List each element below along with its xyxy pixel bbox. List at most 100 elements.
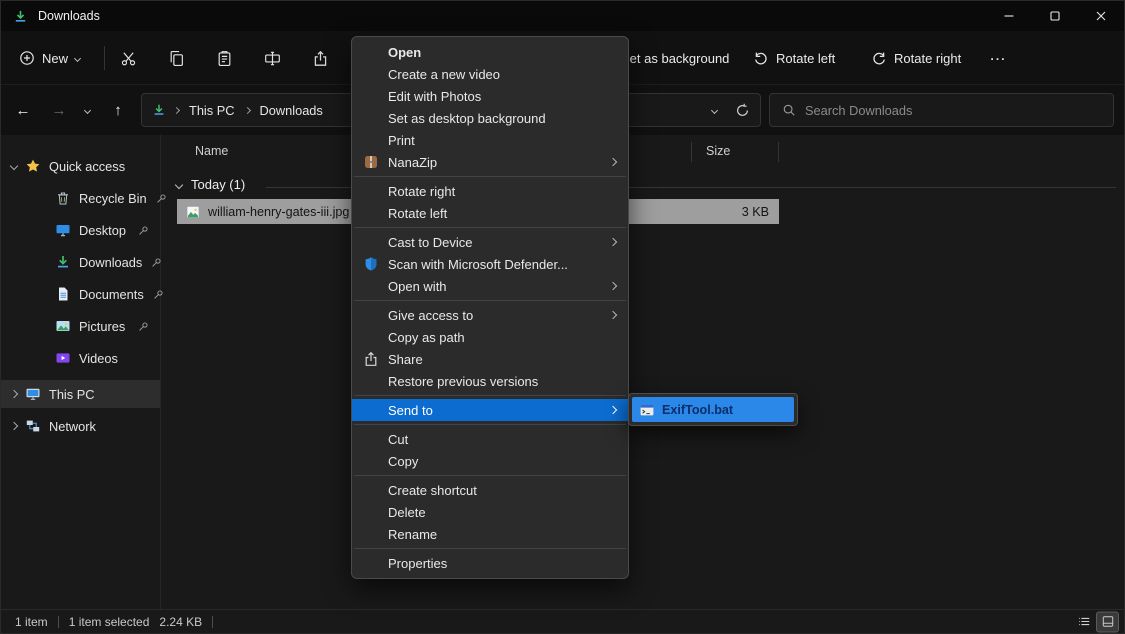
recent-locations-button[interactable] [77, 93, 97, 127]
context-menu-item-send-to[interactable]: Send to [352, 399, 628, 421]
status-selected-text: 1 item selected [69, 615, 150, 629]
menu-item-label: Rename [388, 527, 437, 542]
context-menu-item-rotate-left[interactable]: Rotate left [352, 202, 628, 224]
context-menu-item-set-as-desktop-background[interactable]: Set as desktop background [352, 107, 628, 129]
menu-item-label: Open [388, 45, 421, 60]
status-item-count: 1 item [15, 615, 48, 629]
context-menu-item-give-access-to[interactable]: Give access to [352, 304, 628, 326]
address-dropdown-icon[interactable] [711, 106, 718, 113]
context-menu-item-restore-previous-versions[interactable]: Restore previous versions [352, 370, 628, 392]
new-button[interactable]: New [11, 40, 88, 76]
context-menu-item-open-with[interactable]: Open with [352, 275, 628, 297]
expander-chevron-icon[interactable] [10, 390, 18, 398]
send-to-submenu: ExifTool.bat [628, 393, 798, 426]
star-icon [25, 158, 41, 174]
menu-separator [354, 475, 626, 476]
sidebar-item-quick-access[interactable]: Quick access [1, 152, 160, 180]
sidebar-item-desktop[interactable]: Desktop [1, 216, 160, 244]
group-header-today[interactable]: Today (1) [176, 177, 245, 192]
context-menu-item-cut[interactable]: Cut [352, 428, 628, 450]
refresh-icon[interactable] [735, 103, 750, 118]
context-menu-item-cast-to-device[interactable]: Cast to Device [352, 231, 628, 253]
breadcrumb-downloads[interactable]: Downloads [258, 103, 325, 118]
commandbar-separator [104, 46, 105, 70]
rotate-left-button[interactable]: Rotate left [753, 40, 835, 76]
breadcrumb-this-pc[interactable]: This PC [187, 103, 237, 118]
menu-item-label: Rotate left [388, 206, 447, 221]
search-input[interactable] [805, 103, 1101, 118]
menu-item-label: Set as desktop background [388, 111, 546, 126]
copy-button[interactable] [158, 40, 194, 76]
set-as-background-button[interactable]: Set as background [621, 40, 729, 76]
menu-separator [354, 176, 626, 177]
sidebar-item-network[interactable]: Network [1, 412, 160, 440]
submenu-arrow-icon [609, 406, 617, 414]
context-menu-item-delete[interactable]: Delete [352, 501, 628, 523]
rename-button[interactable] [254, 40, 290, 76]
sidebar-item-documents[interactable]: Documents [1, 280, 160, 308]
context-menu-item-create-a-new-video[interactable]: Create a new video [352, 63, 628, 85]
maximize-button[interactable] [1032, 1, 1078, 31]
context-menu-item-copy[interactable]: Copy [352, 450, 628, 472]
new-button-label: New [42, 51, 68, 66]
view-toggle-buttons [1073, 612, 1118, 631]
cut-button[interactable] [110, 40, 146, 76]
thumbnail-view-button[interactable] [1097, 612, 1118, 631]
menu-item-label: Give access to [388, 308, 473, 323]
rotate-left-icon [753, 50, 769, 66]
context-menu-item-properties[interactable]: Properties [352, 552, 628, 574]
context-menu-item-create-shortcut[interactable]: Create shortcut [352, 479, 628, 501]
recycle-bin-icon [55, 190, 71, 206]
context-menu-item-copy-as-path[interactable]: Copy as path [352, 326, 628, 348]
sidebar-item-videos[interactable]: Videos [1, 344, 160, 372]
sidebar-item-label: Pictures [79, 319, 125, 334]
copy-icon [168, 50, 185, 67]
image-file-icon [185, 204, 201, 220]
group-collapse-chevron-icon[interactable] [175, 180, 183, 188]
sidebar-item-this-pc[interactable]: This PC [1, 380, 160, 408]
context-menu-item-nanazip[interactable]: NanaZip [352, 151, 628, 173]
search-icon [782, 103, 796, 117]
sidebar-item-downloads[interactable]: Downloads [1, 248, 160, 276]
context-menu-item-edit-with-photos[interactable]: Edit with Photos [352, 85, 628, 107]
maximize-icon [1047, 8, 1063, 24]
context-menu-item-open[interactable]: Open [352, 41, 628, 63]
sidebar-item-pictures[interactable]: Pictures [1, 312, 160, 340]
videos-icon [55, 350, 71, 366]
context-menu-item-rename[interactable]: Rename [352, 523, 628, 545]
back-button[interactable]: ← [9, 93, 37, 127]
close-button[interactable] [1078, 1, 1124, 31]
set-as-background-label: Set as background [621, 51, 729, 66]
documents-icon [55, 286, 71, 302]
expander-chevron-icon[interactable] [10, 162, 18, 170]
menu-item-label: Open with [388, 279, 447, 294]
pin-icon [137, 224, 150, 237]
rotate-right-button[interactable]: Rotate right [871, 40, 961, 76]
thumbnail-view-icon [1101, 615, 1115, 629]
menu-separator [354, 548, 626, 549]
chevron-down-icon [74, 54, 81, 61]
context-menu-item-scan-with-microsoft-defender[interactable]: Scan with Microsoft Defender... [352, 253, 628, 275]
defender-icon [363, 256, 379, 272]
sidebar-item-label: Desktop [79, 223, 126, 238]
context-menu-item-share[interactable]: Share [352, 348, 628, 370]
details-view-button[interactable] [1073, 612, 1094, 631]
menu-item-label: Create shortcut [388, 483, 477, 498]
sidebar-item-label: Videos [79, 351, 118, 366]
expander-chevron-icon[interactable] [10, 422, 18, 430]
minimize-button[interactable] [986, 1, 1032, 31]
submenu-arrow-icon [609, 158, 617, 166]
up-button[interactable]: ↑ [104, 93, 132, 127]
close-icon [1093, 8, 1109, 24]
context-menu-item-rotate-right[interactable]: Rotate right [352, 180, 628, 202]
see-more-button[interactable]: … [981, 40, 1014, 76]
forward-button[interactable]: → [45, 93, 73, 127]
menu-item-label: Cast to Device [388, 235, 473, 250]
context-menu: Open Create a new videoEdit with Photos Se… [351, 36, 629, 579]
sidebar-item-recycle-bin[interactable]: Recycle Bin [1, 184, 160, 212]
submenu-item-exiftool-bat[interactable]: ExifTool.bat [632, 397, 794, 422]
paste-button[interactable] [206, 40, 242, 76]
sidebar-item-label: Documents [79, 287, 144, 302]
context-menu-item-print[interactable]: Print [352, 129, 628, 151]
share-button[interactable] [302, 40, 338, 76]
